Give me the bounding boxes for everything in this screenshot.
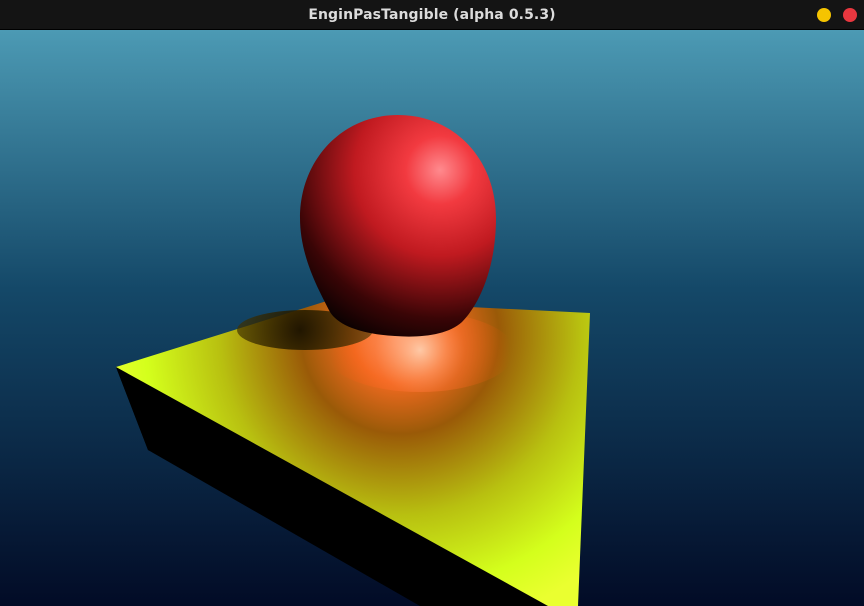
window-title: EnginPasTangible (alpha 0.5.3) — [308, 7, 556, 23]
title-bar[interactable]: EnginPasTangible (alpha 0.5.3) — [0, 0, 864, 30]
close-button[interactable] — [843, 8, 857, 22]
minimize-button[interactable] — [817, 8, 831, 22]
red-sphere — [300, 115, 496, 337]
render-viewport[interactable] — [0, 30, 864, 606]
app-window: EnginPasTangible (alpha 0.5.3) — [0, 0, 864, 606]
scene-canvas — [0, 30, 864, 606]
